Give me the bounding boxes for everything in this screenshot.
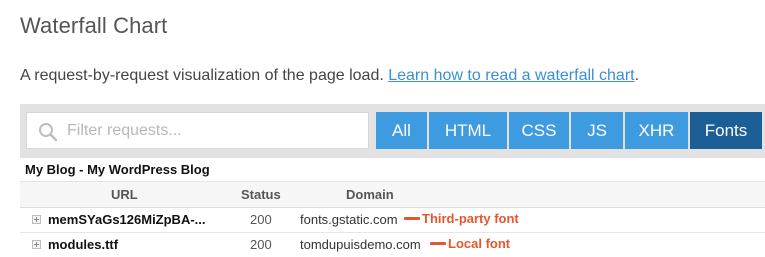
request-url: memSYaGs126MiZpBA-... [48, 212, 206, 227]
filter-requests-input[interactable] [67, 113, 362, 148]
learn-waterfall-link[interactable]: Learn how to read a waterfall chart [388, 67, 634, 84]
search-icon [39, 123, 58, 142]
annotation-line-icon [430, 242, 446, 245]
filter-js-button[interactable]: JS [571, 112, 623, 149]
column-header-status[interactable]: Status [241, 187, 281, 202]
table-row[interactable]: memSYaGs126MiZpBA-... 200 fonts.gstatic.… [20, 208, 765, 233]
request-domain: fonts.gstatic.com [300, 212, 398, 227]
request-status: 200 [250, 237, 272, 252]
table-row[interactable]: modules.ttf 200 tomdupuisdemo.com Local … [20, 233, 765, 257]
annotation-line-icon [404, 217, 420, 220]
annotation-label: Third-party font [422, 211, 519, 226]
page-title: Waterfall Chart [20, 13, 168, 38]
expand-icon[interactable] [32, 240, 41, 249]
filter-html-button[interactable]: HTML [429, 112, 507, 149]
filter-toolbar: All HTML CSS JS XHR Fonts [20, 104, 765, 158]
request-status: 200 [250, 212, 272, 227]
annotation: Third-party font [404, 211, 519, 226]
site-title: My Blog - My WordPress Blog [25, 162, 210, 177]
column-header-domain[interactable]: Domain [346, 187, 394, 202]
filter-tabs: All HTML CSS JS XHR Fonts [376, 112, 762, 149]
filter-xhr-button[interactable]: XHR [625, 112, 688, 149]
filter-all-button[interactable]: All [376, 112, 427, 149]
expand-icon[interactable] [32, 215, 41, 224]
request-domain: tomdupuisdemo.com [300, 237, 421, 252]
description-period: . [634, 67, 640, 84]
search-box[interactable] [26, 112, 369, 149]
annotation: Local font [430, 236, 510, 251]
column-header-url[interactable]: URL [111, 187, 138, 202]
description-text: A request-by-request visualization of th… [20, 67, 384, 84]
page-description: A request-by-request visualization of th… [20, 67, 639, 85]
request-url: modules.ttf [48, 237, 119, 252]
waterfall-page: Waterfall Chart A request-by-request vis… [0, 0, 765, 257]
table-header: URL Status Domain [20, 181, 765, 208]
filter-fonts-button[interactable]: Fonts [690, 112, 762, 149]
filter-css-button[interactable]: CSS [509, 112, 569, 149]
annotation-label: Local font [448, 236, 511, 251]
